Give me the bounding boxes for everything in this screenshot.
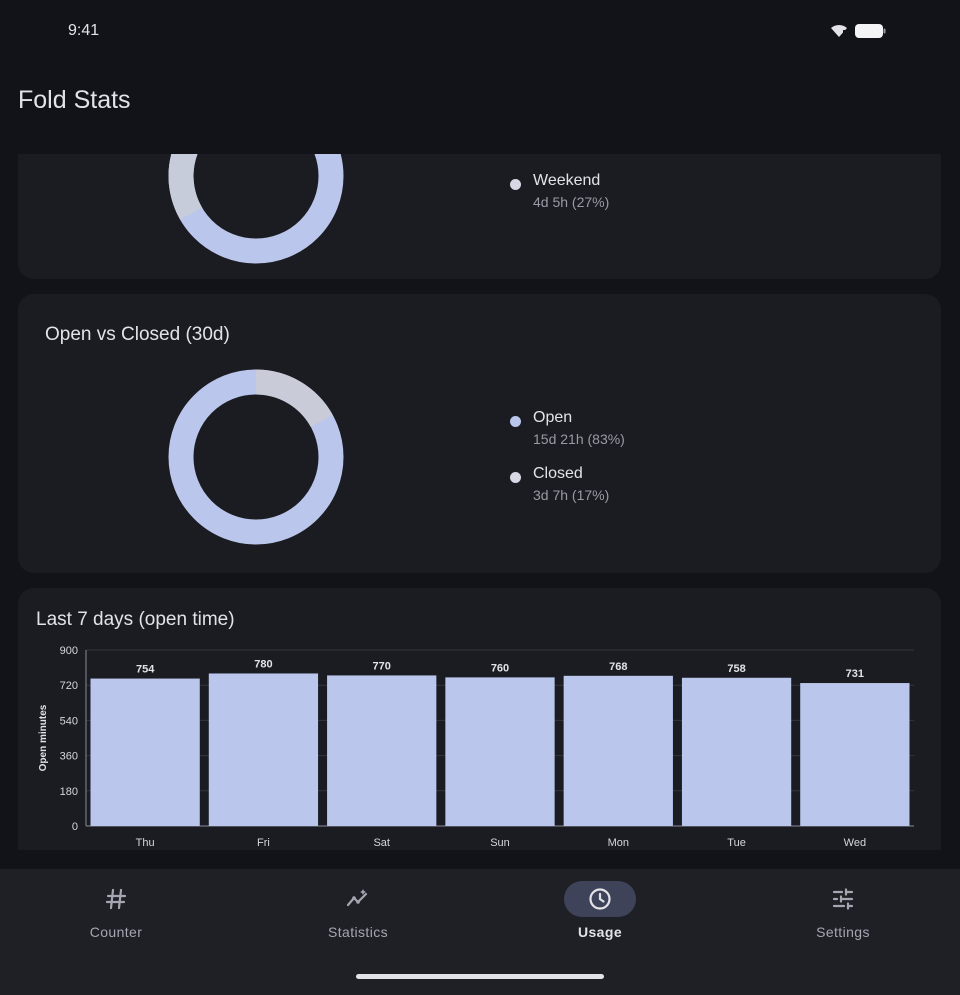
weekday-weekend-card: Weekend 4d 5h (27%) [18, 154, 941, 279]
x-tick-label: Thu [136, 837, 155, 849]
legend-dot [510, 179, 521, 190]
legend-label: Closed [533, 465, 583, 482]
y-tick-label: 540 [60, 715, 78, 727]
x-tick-label: Sun [490, 837, 510, 849]
bar-value-label: 768 [609, 661, 627, 673]
nav-label-usage: Usage [577, 924, 623, 940]
sliders-icon [832, 888, 854, 910]
bar-value-label: 758 [727, 663, 745, 675]
y-tick-label: 0 [72, 821, 78, 833]
x-tick-label: Tue [727, 837, 746, 849]
last-7-days-card: Last 7 days (open time) 0 180 360 540 720 900… [18, 588, 941, 850]
nav-label-settings: Settings [816, 924, 870, 940]
bar-fri [208, 673, 319, 826]
card-title: Open vs Closed (30d) [45, 324, 230, 345]
home-indicator [356, 974, 604, 979]
legend-value: 4d 5h (27%) [533, 194, 610, 210]
clock-icon [589, 888, 611, 910]
bar-value-label: 770 [373, 660, 391, 672]
bar-wed [800, 683, 910, 826]
status-bar: 9:41 [0, 0, 960, 62]
legend-label: Weekend [533, 172, 601, 189]
bar-value-label: 754 [136, 664, 155, 676]
page-title: Fold Stats [18, 86, 131, 114]
y-tick-label: 900 [60, 645, 78, 657]
y-tick-label: 720 [60, 680, 78, 692]
bar-mon [563, 675, 673, 826]
legend-dot [510, 416, 521, 427]
bar-thu [90, 678, 200, 826]
y-tick-label: 180 [60, 786, 78, 798]
legend-value: 3d 7h (17%) [533, 487, 610, 503]
nav-item-statistics[interactable]: Statistics [278, 869, 438, 949]
open-time-bar-chart: 0 180 360 540 720 900 Open minutes 754 Thu 780 Fri… [38, 645, 914, 849]
nav-item-settings[interactable]: Settings [763, 869, 923, 949]
weekday-weekend-donut [168, 154, 344, 264]
bar-value-label: 780 [254, 658, 272, 670]
bar-tue [681, 677, 792, 826]
app-bar: Fold Stats [0, 62, 960, 154]
nav-label-statistics: Statistics [327, 924, 388, 940]
legend-label: Open [533, 409, 573, 426]
open-closed-card: Open vs Closed (30d) Open 15d 21h (83%) … [18, 294, 941, 573]
nav-item-counter[interactable]: Counter [36, 869, 196, 949]
nav-item-usage[interactable]: Usage [520, 869, 680, 949]
bar-value-label: 731 [846, 668, 864, 680]
status-time: 9:41 [68, 22, 100, 39]
statistics-icon [346, 889, 368, 907]
battery-icon [855, 24, 886, 38]
x-tick-label: Sat [373, 837, 390, 849]
bar-sun [445, 677, 555, 826]
bar-value-label: 760 [491, 662, 509, 674]
legend-value: 15d 21h (83%) [533, 431, 625, 447]
usage-content[interactable]: Weekend 4d 5h (27%) Open vs Closed (30d)… [0, 154, 960, 850]
x-tick-label: Fri [257, 837, 270, 849]
y-tick-label: 360 [60, 751, 78, 763]
hash-icon [105, 888, 127, 910]
y-axis-label: Open minutes [38, 704, 49, 771]
wifi-icon [831, 24, 847, 37]
open-closed-donut [168, 369, 344, 545]
x-tick-label: Mon [608, 837, 629, 849]
x-tick-label: Wed [844, 837, 866, 849]
nav-label-counter: Counter [89, 924, 143, 940]
bar-sat [327, 675, 437, 826]
legend-dot [510, 472, 521, 483]
